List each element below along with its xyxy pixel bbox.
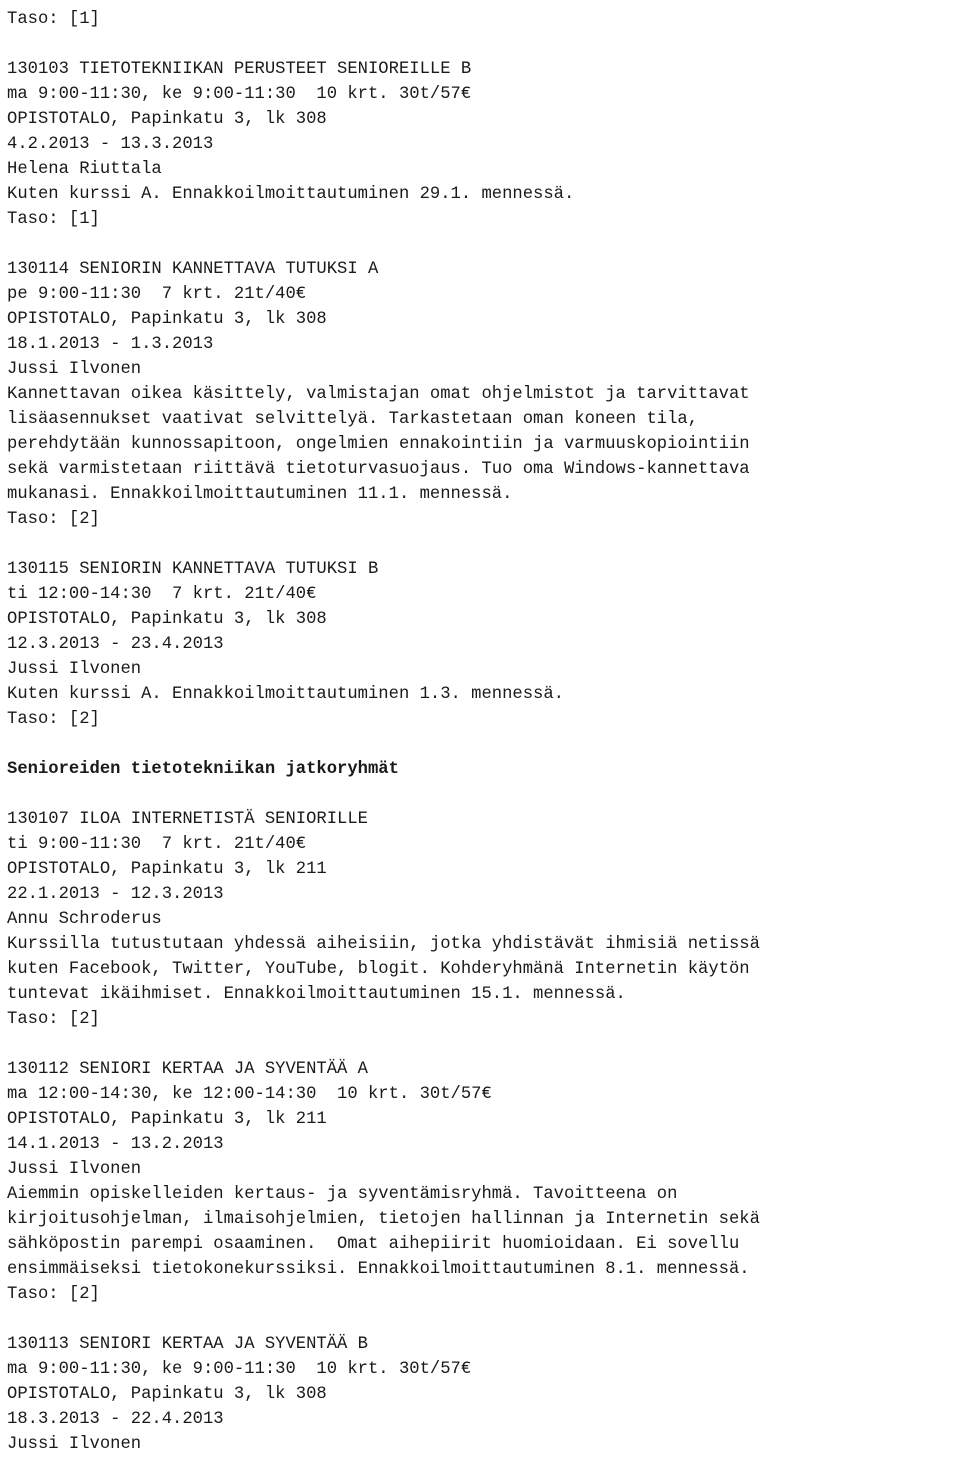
text-line: Jussi Ilvonen xyxy=(7,1160,142,1179)
text-line: kuten Facebook, Twitter, YouTube, blogit… xyxy=(7,960,750,979)
text-line: kirjoitusohjelman, ilmaisohjelmien, tiet… xyxy=(7,1210,760,1229)
text-line: ma 9:00-11:30, ke 9:00-11:30 10 krt. 30t… xyxy=(7,1360,472,1379)
text-line: Taso: [2] xyxy=(7,1285,100,1304)
text-line: OPISTOTALO, Papinkatu 3, lk 308 xyxy=(7,310,327,329)
text-line: OPISTOTALO, Papinkatu 3, lk 308 xyxy=(7,1385,327,1404)
text-line: 130115 SENIORIN KANNETTAVA TUTUKSI B xyxy=(7,560,379,579)
text-line: Aiemmin opiskelleiden kertaus- ja syvent… xyxy=(7,1185,678,1204)
text-line: 130113 SENIORI KERTAA JA SYVENTÄÄ B xyxy=(7,1335,368,1354)
text-line: ti 12:00-14:30 7 krt. 21t/40€ xyxy=(7,585,317,604)
text-line: OPISTOTALO, Papinkatu 3, lk 308 xyxy=(7,110,327,129)
text-line: pe 9:00-11:30 7 krt. 21t/40€ xyxy=(7,285,307,304)
text-line: Kannettavan oikea käsittely, valmistajan… xyxy=(7,385,750,404)
text-line: Taso: [1] xyxy=(7,10,100,29)
text-line: 130107 ILOA INTERNETISTÄ SENIORILLE xyxy=(7,810,368,829)
text-line: 22.1.2013 - 12.3.2013 xyxy=(7,885,224,904)
text-line: 130103 TIETOTEKNIIKAN PERUSTEET SENIOREI… xyxy=(7,60,472,79)
text-line: ti 9:00-11:30 7 krt. 21t/40€ xyxy=(7,835,307,854)
text-line: sekä varmistetaan riittävä tietoturvasuo… xyxy=(7,460,750,479)
text-line: Taso: [2] xyxy=(7,510,100,529)
text-line: mukanasi. Ennakkoilmoittautuminen 11.1. … xyxy=(7,485,513,504)
text-line: sähköpostin parempi osaaminen. Omat aihe… xyxy=(7,1235,740,1254)
text-line: Jussi Ilvonen xyxy=(7,360,142,379)
text-line: Kuten kurssi A. Ennakkoilmoittautuminen … xyxy=(7,685,564,704)
text-line: 18.1.2013 - 1.3.2013 xyxy=(7,335,214,354)
text-line: perehdytään kunnossapitoon, ongelmien en… xyxy=(7,435,750,454)
text-line: OPISTOTALO, Papinkatu 3, lk 211 xyxy=(7,860,327,879)
text-line: ensimmäiseksi tietokonekurssiksi. Ennakk… xyxy=(7,1260,750,1279)
text-line: tuntevat ikäihmiset. Ennakkoilmoittautum… xyxy=(7,985,626,1004)
text-line: lisäasennukset vaativat selvittelyä. Tar… xyxy=(7,410,699,429)
text-line: 130114 SENIORIN KANNETTAVA TUTUKSI A xyxy=(7,260,379,279)
text-line: Taso: [2] xyxy=(7,710,100,729)
text-line: Jussi Ilvonen xyxy=(7,1435,142,1454)
text-line: Jussi Ilvonen xyxy=(7,660,142,679)
text-line: Kuten kurssi A. Ennakkoilmoittautuminen … xyxy=(7,185,575,204)
text-line: Annu Schroderus xyxy=(7,910,162,929)
text-line: 18.3.2013 - 22.4.2013 xyxy=(7,1410,224,1429)
text-line: 14.1.2013 - 13.2.2013 xyxy=(7,1135,224,1154)
document-page: Taso: [1] 130103 TIETOTEKNIIKAN PERUSTEET… xyxy=(0,0,960,1454)
text-line: Taso: [1] xyxy=(7,210,100,229)
text-line-container: Taso: [1] 130103 TIETOTEKNIIKAN PERUSTEET… xyxy=(7,7,960,1457)
text-line: OPISTOTALO, Papinkatu 3, lk 308 xyxy=(7,610,327,629)
text-line: 130112 SENIORI KERTAA JA SYVENTÄÄ A xyxy=(7,1060,368,1079)
text-line: Helena Riuttala xyxy=(7,160,162,179)
text-line: OPISTOTALO, Papinkatu 3, lk 211 xyxy=(7,1110,327,1129)
section-heading: Senioreiden tietotekniikan jatkoryhmät xyxy=(7,760,399,779)
document-body: Taso: [1] 130103 TIETOTEKNIIKAN PERUSTEET… xyxy=(0,0,960,1457)
text-line: Kurssilla tutustutaan yhdessä aiheisiin,… xyxy=(7,935,760,954)
text-line: Taso: [2] xyxy=(7,1010,100,1029)
text-line: ma 9:00-11:30, ke 9:00-11:30 10 krt. 30t… xyxy=(7,85,472,104)
text-line: ma 12:00-14:30, ke 12:00-14:30 10 krt. 3… xyxy=(7,1085,492,1104)
text-line: 4.2.2013 - 13.3.2013 xyxy=(7,135,214,154)
text-line: 12.3.2013 - 23.4.2013 xyxy=(7,635,224,654)
